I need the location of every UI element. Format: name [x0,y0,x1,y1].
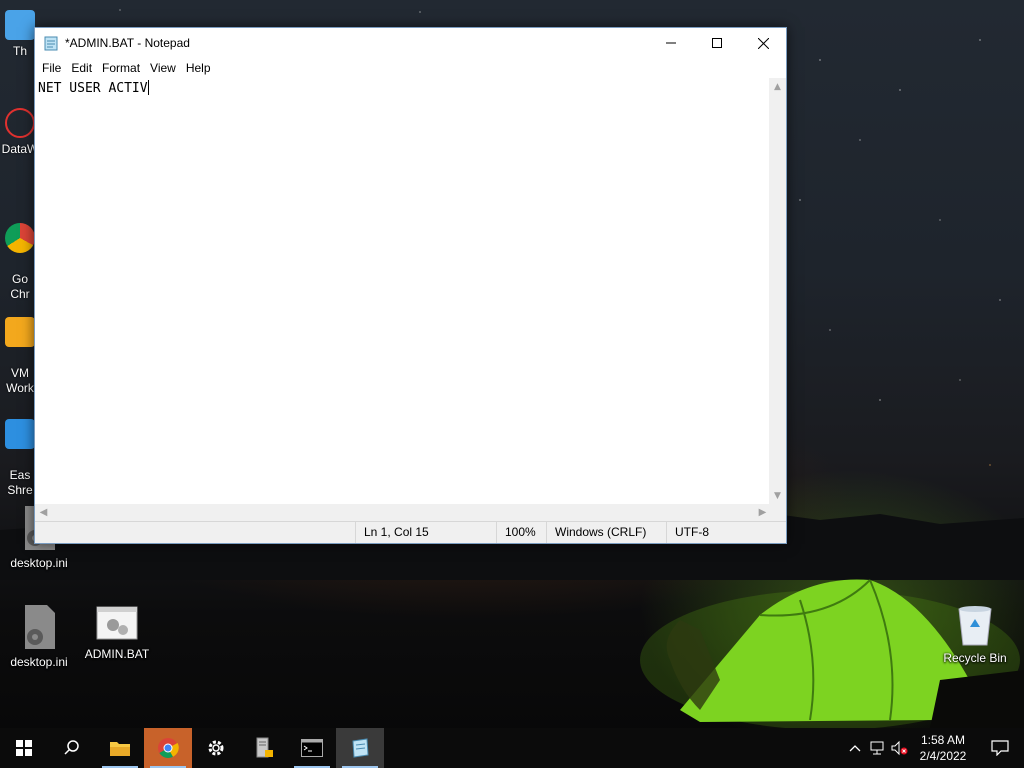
minimize-icon [666,42,676,44]
taskbar-chrome[interactable] [144,728,192,768]
start-icon [16,740,32,756]
scroll-up-icon[interactable]: ▲ [769,78,786,95]
notepad-icon [44,36,58,51]
maximize-button[interactable] [694,28,740,58]
menu-bar: File Edit Format View Help [35,58,786,78]
scrollbar-corner [769,504,786,521]
vmware-icon [5,317,35,347]
desktop-icon-label: VM Work [6,366,34,395]
search-button[interactable] [48,728,96,768]
menu-view[interactable]: View [145,61,181,75]
text-editor[interactable]: NET USER ACTIV [35,78,771,504]
server-manager-icon [256,737,273,758]
status-encoding: UTF-8 [666,522,784,543]
system-tray: 1:58 AM 2/4/2022 [844,728,1024,768]
notepad-window[interactable]: *ADMIN.BAT - Notepad File Edit Format Vi… [34,27,787,544]
clock[interactable]: 1:58 AM 2/4/2022 [910,732,976,764]
window-title: *ADMIN.BAT - Notepad [65,36,190,50]
chrome-icon [5,223,35,253]
horizontal-scrollbar[interactable]: ◀ ▶ [35,504,771,521]
chevron-up-icon [849,745,861,752]
notepad-icon [352,738,369,758]
clock-time: 1:58 AM [920,733,966,747]
taskbar-command-prompt[interactable] [288,728,336,768]
command-prompt-icon [301,739,323,757]
menu-format[interactable]: Format [97,61,145,75]
network-icon [870,741,884,755]
desktop-icon-label: desktop.ini [10,655,68,669]
desktop-icon-label: Eas Shre [7,468,33,497]
vertical-scrollbar[interactable]: ▲ ▼ [769,78,786,504]
taskbar-notepad[interactable] [336,728,384,768]
editor-content: NET USER ACTIV [38,81,148,96]
status-zoom: 100% [496,522,546,543]
settings-file-icon [25,605,55,649]
shredder-icon [5,419,35,449]
chrome-icon [158,738,179,759]
start-button[interactable] [0,728,48,768]
menu-help[interactable]: Help [181,61,216,75]
desktop-icon-label: Go Chr [10,272,30,301]
notification-icon [991,740,1009,756]
action-center-button[interactable] [976,728,1024,768]
desktop-icon-label: ADMIN.BAT [84,647,150,661]
desktop-icon-label: desktop.ini [10,556,68,570]
status-bar: Ln 1, Col 15 100% Windows (CRLF) UTF-8 [35,521,786,543]
batch-file-icon [96,606,138,640]
scroll-left-icon[interactable]: ◀ [35,507,52,518]
taskbar-file-explorer[interactable] [96,728,144,768]
volume-button[interactable] [888,728,910,768]
network-button[interactable] [866,728,888,768]
close-button[interactable] [740,28,786,58]
desktop-icon-desktop-ini-2[interactable]: desktop.ini [1,603,77,669]
search-icon [64,740,79,755]
status-line-ending: Windows (CRLF) [546,522,666,543]
text-caret [147,80,149,95]
desktop-icon-label: Th [12,44,27,58]
volume-muted-icon [891,740,908,756]
show-hidden-icons-button[interactable] [844,728,866,768]
close-icon [757,37,769,49]
menu-file[interactable]: File [37,61,66,75]
recycle-bin-icon [958,606,992,646]
desktop-icon-admin-bat[interactable]: ADMIN.BAT [79,603,155,661]
taskbar-settings[interactable] [192,728,240,768]
file-explorer-icon [110,742,130,756]
desktop-icon-recycle-bin[interactable]: Recycle Bin [937,603,1013,665]
taskbar: 1:58 AM 2/4/2022 [0,728,1024,768]
status-position: Ln 1, Col 15 [355,522,496,543]
scroll-down-icon[interactable]: ▼ [769,487,786,504]
menu-edit[interactable]: Edit [66,61,97,75]
clock-date: 2/4/2022 [919,749,967,763]
desktop-icon-label: DataW [1,142,39,156]
maximize-icon [712,38,722,48]
taskbar-server-manager[interactable] [240,728,288,768]
status-spacer [35,522,355,543]
title-bar[interactable]: *ADMIN.BAT - Notepad [35,28,786,58]
computer-icon [5,10,35,40]
settings-icon [208,740,224,756]
atom-icon [5,108,35,138]
desktop-icon-label: Recycle Bin [943,651,1007,665]
minimize-button[interactable] [648,28,694,58]
